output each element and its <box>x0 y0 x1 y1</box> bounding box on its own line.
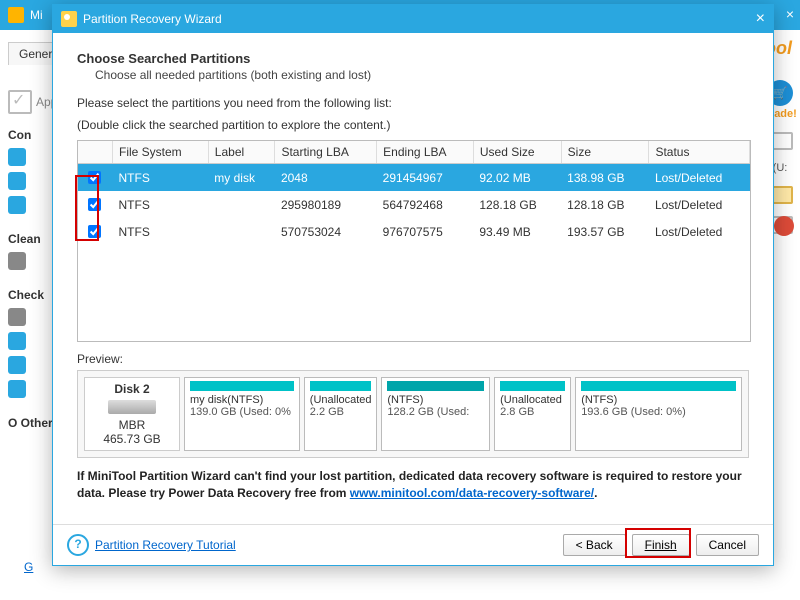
partition-size: 2.2 GB <box>310 406 372 418</box>
cell-size: 138.98 GB <box>561 164 649 192</box>
partition-title: (NTFS) <box>387 394 484 406</box>
gplus-icon[interactable] <box>774 216 794 236</box>
step-heading: Choose Searched Partitions <box>77 51 749 66</box>
cell-status: Lost/Deleted <box>649 164 750 192</box>
sidebar-icon[interactable] <box>8 252 26 270</box>
cell-fs: NTFS <box>113 164 209 192</box>
partition-title: (Unallocated <box>500 394 565 406</box>
cell-fs: NTFS <box>113 218 209 245</box>
partition-box[interactable]: (Unallocated2.2 GB <box>304 377 378 451</box>
partition-box[interactable]: my disk(NTFS)139.0 GB (Used: 0% <box>184 377 300 451</box>
usage-bar <box>581 381 736 391</box>
back-button[interactable]: < Back <box>563 534 626 556</box>
sidebar-icon[interactable] <box>8 308 26 326</box>
wizard-icon <box>61 11 77 27</box>
table-header-row: File System Label Starting LBA Ending LB… <box>78 141 750 164</box>
step-subheading: Choose all needed partitions (both exist… <box>95 68 749 82</box>
cell-elba: 564792468 <box>377 191 474 218</box>
bg-close-icon[interactable]: × <box>786 6 794 22</box>
disk-size: 465.73 GB <box>89 432 175 446</box>
partition-box[interactable]: (NTFS)193.6 GB (Used: 0%) <box>575 377 742 451</box>
cell-label <box>208 218 275 245</box>
dialog-footer: ? Partition Recovery Tutorial < Back Fin… <box>53 524 773 565</box>
row-checkbox[interactable] <box>88 225 101 238</box>
col-ending-lba[interactable]: Ending LBA <box>377 141 474 164</box>
partition-size: 193.6 GB (Used: 0%) <box>581 406 736 418</box>
cell-used: 128.18 GB <box>473 191 561 218</box>
instruction-line1: Please select the partitions you need fr… <box>77 96 749 110</box>
partitions-table[interactable]: File System Label Starting LBA Ending LB… <box>77 140 751 342</box>
partition-title: (Unallocated <box>310 394 372 406</box>
cell-slba: 570753024 <box>275 218 377 245</box>
col-size[interactable]: Size <box>561 141 649 164</box>
sidebar-icon[interactable] <box>8 196 26 214</box>
table-row[interactable]: NTFS 57075302497670757593.49 MB193.57 GBL… <box>78 218 750 245</box>
instruction-line2: (Double click the searched partition to … <box>77 118 749 132</box>
cell-used: 92.02 MB <box>473 164 561 192</box>
bg-bottom-link[interactable]: G <box>24 560 33 574</box>
cell-label: my disk <box>208 164 275 192</box>
partition-box[interactable]: (NTFS)128.2 GB (Used: <box>381 377 490 451</box>
disk-info[interactable]: Disk 2 MBR 465.73 GB <box>84 377 180 451</box>
col-starting-lba[interactable]: Starting LBA <box>275 141 377 164</box>
partition-title: (NTFS) <box>581 394 736 406</box>
partition-size: 128.2 GB (Used: <box>387 406 484 418</box>
recovery-note: If MiniTool Partition Wizard can't find … <box>77 468 749 502</box>
cell-size: 193.57 GB <box>561 218 649 245</box>
usage-bar <box>387 381 484 391</box>
preview-label: Preview: <box>77 352 749 366</box>
table-row[interactable]: NTFS295980189564792468128.18 GB128.18 GB… <box>78 191 750 218</box>
sidebar-icon[interactable] <box>8 148 26 166</box>
app-icon <box>8 7 24 23</box>
disk-type: MBR <box>89 418 175 432</box>
partition-title: my disk(NTFS) <box>190 394 294 406</box>
partition-recovery-dialog: Partition Recovery Wizard × Choose Searc… <box>52 4 774 566</box>
disk-icon <box>108 400 156 414</box>
section-check: Check <box>8 288 58 302</box>
col-label[interactable]: Label <box>208 141 275 164</box>
col-status[interactable]: Status <box>649 141 750 164</box>
row-checkbox[interactable] <box>88 198 101 211</box>
cancel-button[interactable]: Cancel <box>696 534 759 556</box>
section-clean: Clean <box>8 232 58 246</box>
dialog-titlebar[interactable]: Partition Recovery Wizard × <box>53 5 773 33</box>
section-other: O Other <box>8 416 58 430</box>
table-row[interactable]: NTFSmy disk204829145496792.02 MB138.98 G… <box>78 164 750 192</box>
sidebar-icon[interactable] <box>8 172 26 190</box>
sidebar-icon[interactable] <box>8 380 26 398</box>
cell-elba: 291454967 <box>377 164 474 192</box>
close-icon[interactable]: × <box>756 10 765 28</box>
cell-status: Lost/Deleted <box>649 218 750 245</box>
note-link[interactable]: www.minitool.com/data-recovery-software/ <box>350 486 594 500</box>
sidebar-icon[interactable] <box>8 332 26 350</box>
tutorial-link[interactable]: Partition Recovery Tutorial <box>95 538 236 552</box>
cell-label <box>208 191 275 218</box>
cell-slba: 2048 <box>275 164 377 192</box>
bg-sidebar: Con Clean Check O Other <box>8 70 58 436</box>
partition-size: 139.0 GB (Used: 0% <box>190 406 294 418</box>
disk-name: Disk 2 <box>89 382 175 396</box>
cell-status: Lost/Deleted <box>649 191 750 218</box>
bg-title: Mi <box>30 8 43 22</box>
usage-bar <box>190 381 294 391</box>
sidebar-icon[interactable] <box>8 356 26 374</box>
finish-button[interactable]: Finish <box>632 534 690 556</box>
section-con: Con <box>8 128 58 142</box>
usage-bar <box>500 381 565 391</box>
usage-bar <box>310 381 372 391</box>
row-checkbox[interactable] <box>88 171 101 184</box>
cell-slba: 295980189 <box>275 191 377 218</box>
partition-box[interactable]: (Unallocated2.8 GB <box>494 377 571 451</box>
cell-fs: NTFS <box>113 191 209 218</box>
help-icon[interactable]: ? <box>67 534 89 556</box>
col-filesystem[interactable]: File System <box>113 141 209 164</box>
disk-preview: Disk 2 MBR 465.73 GB my disk(NTFS)139.0 … <box>77 370 749 458</box>
cell-elba: 976707575 <box>377 218 474 245</box>
partition-size: 2.8 GB <box>500 406 565 418</box>
col-used-size[interactable]: Used Size <box>473 141 561 164</box>
dialog-title: Partition Recovery Wizard <box>83 12 222 26</box>
cell-used: 93.49 MB <box>473 218 561 245</box>
cell-size: 128.18 GB <box>561 191 649 218</box>
